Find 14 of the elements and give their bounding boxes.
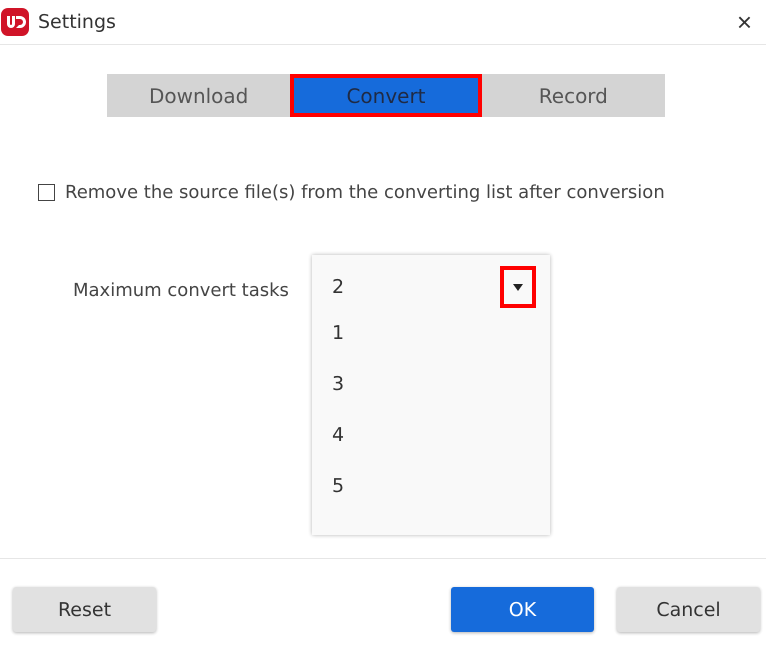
dropdown-option[interactable]: 1 <box>332 307 550 358</box>
checkbox-label: Remove the source file(s) from the converting list after conversion <box>65 182 665 203</box>
window-title: Settings <box>38 11 117 33</box>
ok-button[interactable]: OK <box>451 587 594 632</box>
dropdown-option[interactable]: 3 <box>332 358 550 409</box>
dropdown-option[interactable]: 5 <box>332 460 550 511</box>
dropdown-option[interactable]: 4 <box>332 409 550 460</box>
dialog-button[interactable]: Cancel <box>617 587 760 632</box>
dialog-button[interactable]: Reset <box>13 587 156 632</box>
close-button[interactable]: × <box>732 6 756 38</box>
field-label: Maximum convert tasks <box>73 280 289 300</box>
caret-icon <box>513 284 523 290</box>
selected-value: 2 <box>332 276 344 298</box>
checkbox[interactable] <box>38 184 55 201</box>
